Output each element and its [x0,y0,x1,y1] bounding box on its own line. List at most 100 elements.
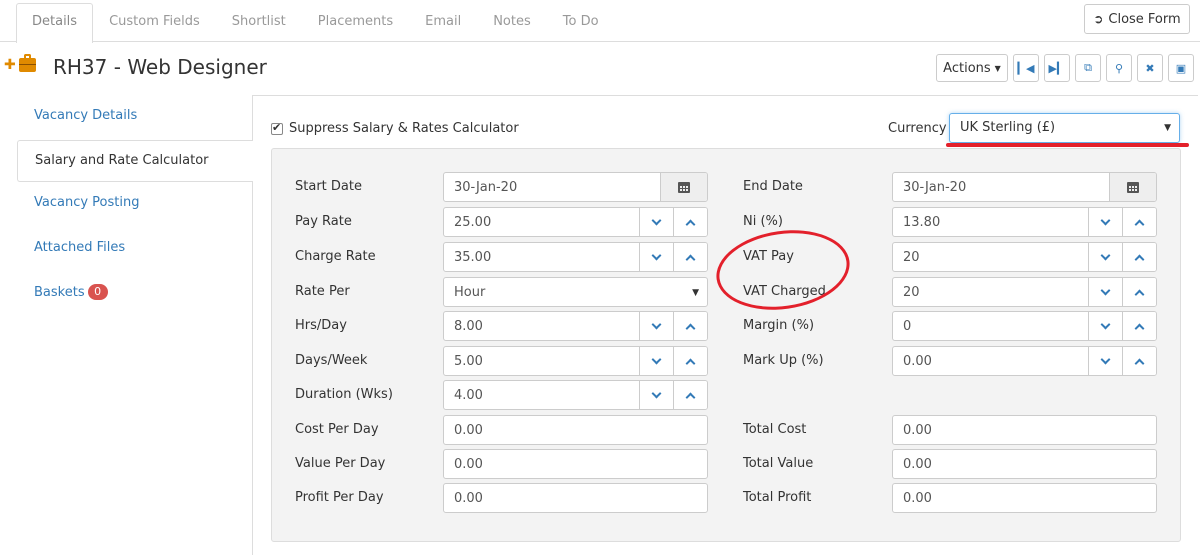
currency-select[interactable]: UK Sterling (£) ▼ [949,113,1180,143]
chevron-down-icon [651,388,662,398]
chevron-down-icon [651,354,662,364]
margin-label: Margin (%) [743,318,815,333]
close-form-button[interactable]: ➲ Close Form [1084,4,1190,34]
tab-shortlist[interactable]: Shortlist [216,3,302,42]
days-week-field[interactable]: 5.00 [443,346,708,376]
chevron-down-icon [1100,319,1111,329]
search-icon: ⚲ [1114,61,1124,75]
hrs-day-increment-button[interactable] [673,312,707,340]
ni-increment-button[interactable] [1122,208,1156,236]
chevron-up-icon [1134,254,1145,264]
vat-charged-label: VAT Charged [743,284,826,299]
cost-per-day-value: 0.00 [454,423,483,438]
vat-charged-decrement-button[interactable] [1088,278,1122,306]
vat-pay-field[interactable]: 20 [892,242,1157,272]
vat-charged-field[interactable]: 20 [892,277,1157,307]
chevron-down-icon [651,319,662,329]
calendar-button[interactable] [1109,173,1156,201]
start-date-value: 30-Jan-20 [454,180,518,195]
suppress-calculator-option[interactable]: Suppress Salary & Rates Calculator [271,121,519,136]
charge-rate-label: Charge Rate [295,249,376,264]
vat-pay-decrement-button[interactable] [1088,243,1122,271]
start-date-field[interactable]: 30-Jan-20 [443,172,708,202]
mark-up-decrement-button[interactable] [1088,347,1122,375]
pay-rate-increment-button[interactable] [673,208,707,236]
ni-field[interactable]: 13.80 [892,207,1157,237]
margin-field[interactable]: 0 [892,311,1157,341]
charge-rate-decrement-button[interactable] [639,243,673,271]
sidebar-item-attached-files[interactable]: Attached Files [17,227,252,272]
rate-per-field[interactable]: Hour ▼ [443,277,708,307]
calculator-form: Start Date 30-Jan-20 Pay Rate 25.00 Charge R… [271,148,1181,542]
hrs-day-field[interactable]: 8.00 [443,311,708,341]
actions-dropdown-button[interactable]: Actions ▼ [936,54,1008,82]
value-per-day-field[interactable]: 0.00 [443,449,708,479]
margin-decrement-button[interactable] [1088,312,1122,340]
chevron-down-icon [1100,285,1111,295]
first-record-button[interactable]: ▎◀ [1013,54,1039,82]
caret-down-icon: ▼ [692,288,699,298]
search-button[interactable]: ⚲ [1106,54,1132,82]
sidebar-item-salary-calculator[interactable]: Salary and Rate Calculator [17,140,253,182]
pay-rate-decrement-button[interactable] [639,208,673,236]
ni-decrement-button[interactable] [1088,208,1122,236]
charge-rate-increment-button[interactable] [673,243,707,271]
total-profit-value: 0.00 [903,491,932,506]
days-week-increment-button[interactable] [673,347,707,375]
sidebar-item-vacancy-details[interactable]: Vacancy Details [17,95,252,140]
tab-details[interactable]: Details [16,3,94,43]
calendar-button[interactable] [660,173,707,201]
vat-pay-value: 20 [903,250,920,265]
vat-pay-increment-button[interactable] [1122,243,1156,271]
copy-button[interactable]: ⧉ [1075,54,1101,82]
tab-notes[interactable]: Notes [477,3,547,42]
copy-icon: ⧉ [1084,61,1092,74]
last-record-button[interactable]: ▶▎ [1044,54,1070,82]
caret-down-icon: ▼ [1164,123,1171,133]
end-date-field[interactable]: 30-Jan-20 [892,172,1157,202]
duration-wks-decrement-button[interactable] [639,381,673,409]
move-icon[interactable]: ✚ [4,58,16,72]
value-per-day-value: 0.00 [454,457,483,472]
ni-label: Ni (%) [743,214,783,229]
suppress-calculator-checkbox[interactable] [271,121,283,135]
tab-to-do[interactable]: To Do [547,3,615,42]
step-forward-icon: ▶▎ [1048,61,1066,75]
chevron-up-icon [685,254,696,264]
pay-rate-field[interactable]: 25.00 [443,207,708,237]
delete-button[interactable]: ✖ [1137,54,1163,82]
mark-up-field[interactable]: 0.00 [892,346,1157,376]
total-value-field[interactable]: 0.00 [892,449,1157,479]
duration-wks-value: 4.00 [454,388,483,403]
cost-per-day-field[interactable]: 0.00 [443,415,708,445]
calculator-panel: Suppress Salary & Rates Calculator Curre… [252,95,1198,555]
cost-per-day-label: Cost Per Day [295,422,379,437]
save-button[interactable]: ▣ [1168,54,1194,82]
hrs-day-decrement-button[interactable] [639,312,673,340]
pay-rate-label: Pay Rate [295,214,352,229]
total-cost-field[interactable]: 0.00 [892,415,1157,445]
tab-custom-fields[interactable]: Custom Fields [93,3,216,42]
close-icon: ✖ [1145,61,1155,75]
end-date-value: 30-Jan-20 [903,180,967,195]
days-week-decrement-button[interactable] [639,347,673,375]
vat-charged-increment-button[interactable] [1122,278,1156,306]
margin-increment-button[interactable] [1122,312,1156,340]
annotation-underline [946,143,1189,147]
chevron-up-icon [1134,219,1145,229]
title-icons: ✚ [4,54,36,72]
duration-wks-field[interactable]: 4.00 [443,380,708,410]
tab-email[interactable]: Email [409,3,477,42]
duration-wks-increment-button[interactable] [673,381,707,409]
title-row: ✚ RH37 - Web Designer Actions ▼ ▎◀ ▶▎ ⧉ … [0,50,1200,86]
tab-placements[interactable]: Placements [302,3,409,42]
mark-up-increment-button[interactable] [1122,347,1156,375]
total-profit-field[interactable]: 0.00 [892,483,1157,513]
profit-per-day-field[interactable]: 0.00 [443,483,708,513]
page-title: RH37 - Web Designer [53,55,267,79]
sidebar-item-label: Baskets [34,285,85,300]
sidebar-item-baskets[interactable]: Baskets 0 [17,272,252,317]
charge-rate-field[interactable]: 35.00 [443,242,708,272]
sidebar-item-vacancy-posting[interactable]: Vacancy Posting [17,182,252,227]
hrs-day-label: Hrs/Day [295,318,347,333]
